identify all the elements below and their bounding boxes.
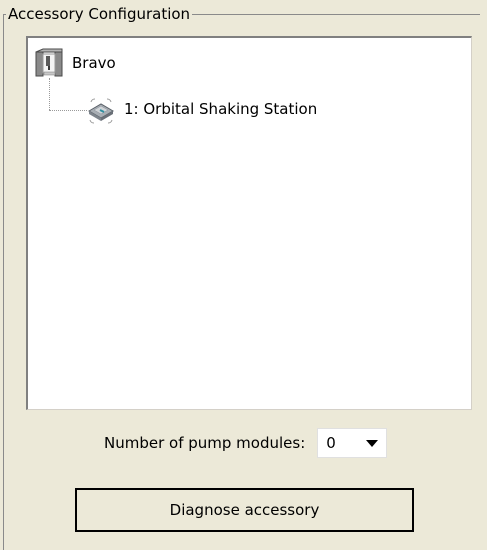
tree-connector-vertical <box>49 78 50 110</box>
tree-node-label: Bravo <box>72 54 116 72</box>
tree-node-bravo[interactable]: Bravo <box>34 48 116 78</box>
tree-node-orbital-shaking-station[interactable]: 1: Orbital Shaking Station <box>86 94 317 124</box>
bravo-device-icon <box>34 48 64 78</box>
pump-modules-row: Number of pump modules: 0 <box>104 428 388 458</box>
diagnose-accessory-button[interactable]: Diagnose accessory <box>75 488 414 532</box>
accessory-tree-view[interactable]: Bravo 1: Orbital Shaking Station <box>26 36 472 410</box>
groupbox-title: Accessory Configuration <box>6 4 193 24</box>
tree-connector-horizontal <box>49 110 87 111</box>
pump-modules-label: Number of pump modules: <box>104 434 306 452</box>
accessory-configuration-panel: Accessory Configuration Bravo 1: Orbital… <box>0 0 487 550</box>
chevron-down-icon[interactable] <box>366 439 379 447</box>
pump-modules-value: 0 <box>326 434 336 452</box>
tree-node-label: 1: Orbital Shaking Station <box>124 100 318 118</box>
shaking-station-icon <box>86 94 116 124</box>
pump-modules-dropdown[interactable]: 0 <box>317 428 388 458</box>
